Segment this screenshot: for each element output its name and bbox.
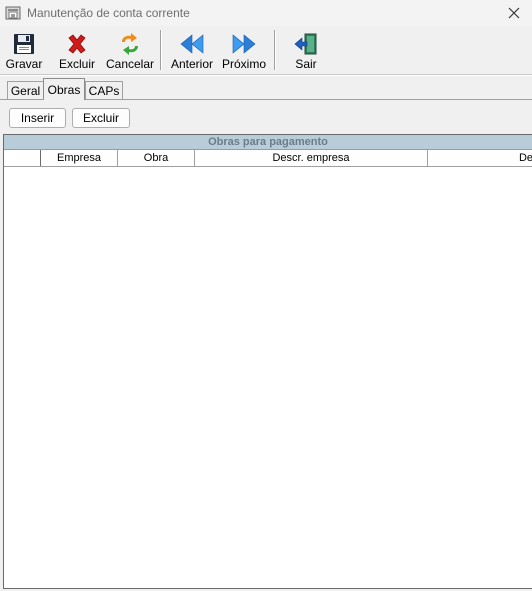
grid-caption: Obras para pagamento [4,135,532,150]
gravar-label: Gravar [5,57,43,71]
anterior-label: Anterior [170,57,214,71]
double-right-arrow-icon [232,34,256,54]
close-button[interactable] [496,0,532,26]
row-indicator-header [4,150,41,166]
cancelar-button[interactable]: Cancelar [104,28,156,72]
sair-button[interactable]: Sair [286,28,326,72]
tab-strip: Geral Obras CAPs [0,78,532,100]
close-icon [508,7,520,19]
toolbar-separator [160,30,162,70]
title-bar: Manutenção de conta corrente [0,0,532,26]
toolbar-divider-highlight [0,75,532,76]
grid-header: Empresa Obra Descr. empresa De [4,150,532,167]
window-title: Manutenção de conta corrente [27,6,190,20]
exit-door-icon [294,33,317,55]
sair-label: Sair [295,57,317,71]
toolbar-separator [274,30,276,70]
column-header-empresa[interactable]: Empresa [41,150,117,166]
red-x-icon [68,34,86,54]
column-header-de[interactable]: De [428,150,532,166]
obras-grid[interactable]: Obras para pagamento Empresa Obra Descr.… [3,134,532,589]
proximo-button[interactable]: Próximo [220,28,268,72]
proximo-label: Próximo [221,57,266,71]
tab-caps[interactable]: CAPs [85,81,123,99]
toolbar: Gravar Excluir Cancelar Anterior Próximo [0,26,532,74]
column-header-obra[interactable]: Obra [118,150,194,166]
app-icon [5,5,21,21]
double-left-arrow-icon [180,34,204,54]
tab-obras[interactable]: Obras [43,78,85,100]
excluir-label: Excluir [58,57,95,71]
refresh-arrows-icon [122,33,138,55]
floppy-disk-icon [14,34,34,54]
anterior-button[interactable]: Anterior [168,28,216,72]
gravar-button[interactable]: Gravar [2,28,46,72]
excluir-toolbar-button[interactable]: Excluir [54,28,100,72]
column-header-descr-empresa[interactable]: Descr. empresa [195,150,427,166]
excluir-button[interactable]: Excluir [72,108,130,128]
inserir-button[interactable]: Inserir [9,108,66,128]
tab-geral[interactable]: Geral [7,81,44,99]
cancelar-label: Cancelar [105,57,155,71]
